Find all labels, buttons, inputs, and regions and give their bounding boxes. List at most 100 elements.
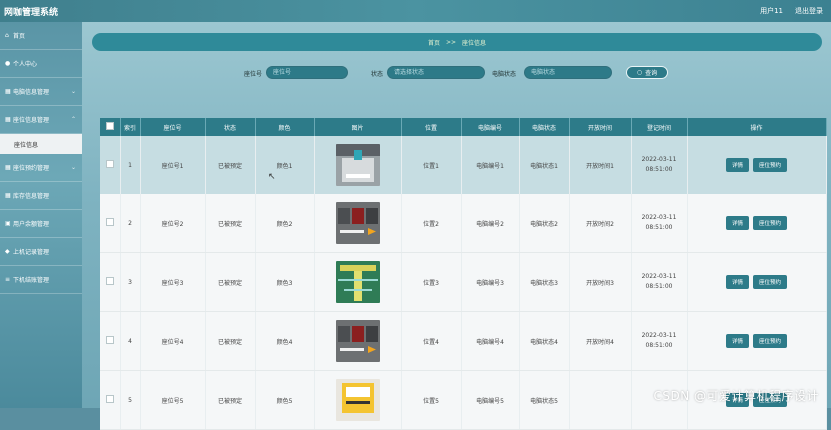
row-select-cell[interactable] (100, 311, 121, 371)
color-cell: 颜色5 (255, 370, 315, 430)
open-time-cell: 开放时间4 (569, 311, 632, 371)
chevron-down-icon: ⌄ (70, 164, 76, 171)
index-cell: 5 (120, 370, 141, 430)
table-row: 2 座位号2 已被预定 颜色2 位置2 电脑编号2 电脑状态2 开放时间2 2022-03-11… (100, 194, 827, 253)
row-checkbox[interactable] (105, 336, 114, 344)
pc-number-cell: 电脑编号5 (461, 370, 520, 430)
seat-photo (316, 320, 400, 362)
reserve-seat-button[interactable]: 座位预约 (753, 334, 788, 348)
sidebar-item-balance[interactable]: ▣ 用户余额管理 (0, 210, 82, 238)
row-checkbox[interactable] (105, 160, 114, 168)
detail-button[interactable]: 详情 (725, 334, 749, 348)
pc-number-cell: 电脑编号2 (461, 194, 520, 253)
breadcrumb-current: 座位信息 (462, 39, 487, 47)
sidebar-item-label: 用户余额管理 (13, 221, 50, 228)
top-bar: 网咖管理系统 用户11 退出登录 (0, 0, 831, 22)
image-cell (314, 311, 402, 371)
color-cell: 颜色4 (255, 311, 315, 371)
seat-cell: 座位号2 (140, 194, 206, 253)
sidebar-item-reservations[interactable]: ▦ 座位预约管理 ⌄ (0, 154, 82, 182)
reserve-seat-button[interactable]: 座位预约 (753, 158, 788, 172)
sidebar-item-label: 座位预约管理 (13, 165, 50, 172)
breadcrumb: 首页 >> 座位信息 (92, 33, 822, 51)
main-content: 首页 >> 座位信息 座位号 状态 电脑状态 ○ 查询 索引 座位号 (82, 22, 831, 430)
row-select-cell[interactable] (100, 252, 121, 312)
column-header: 颜色 (255, 118, 315, 136)
column-header: 电脑编号 (461, 118, 520, 136)
row-checkbox[interactable] (105, 277, 114, 285)
select-all-header[interactable] (100, 118, 121, 136)
color-cell: 颜色1 (255, 136, 315, 194)
status-cell: 已被预定 (205, 311, 256, 371)
open-time-cell: 开放时间2 (569, 194, 632, 253)
color-cell: 颜色3 (255, 252, 315, 312)
reserve-seat-button[interactable]: 座位预约 (753, 216, 788, 230)
search-bar: 座位号 状态 电脑状态 ○ 查询 (82, 66, 831, 80)
open-time-cell (569, 370, 632, 430)
open-time-cell: 开放时间1 (569, 136, 632, 194)
register-time-cell: 2022-03-11 08:51:00 (631, 194, 688, 253)
pc-status-cell: 电脑状态2 (519, 194, 570, 253)
sidebar-item-label: 电脑信息管理 (13, 89, 50, 96)
sidebar-item-login-records[interactable]: ◆ 上机记录管理 (0, 238, 82, 266)
pc-status-cell: 电脑状态1 (519, 136, 570, 194)
pc-status-cell: 电脑状态5 (519, 370, 570, 430)
seat-label: 座位号 (244, 71, 263, 78)
seat-cell: 座位号4 (140, 311, 206, 371)
seat-photo (316, 202, 400, 244)
row-checkbox[interactable] (105, 395, 114, 403)
row-checkbox[interactable] (105, 218, 114, 226)
color-cell: 颜色2 (255, 194, 315, 253)
chevron-up-icon: ⌃ (70, 116, 76, 123)
location-cell: 位置4 (401, 311, 462, 371)
index-cell: 4 (120, 311, 141, 371)
column-header: 索引 (120, 118, 141, 136)
query-button[interactable]: ○ 查询 (626, 66, 668, 79)
detail-button[interactable]: 详情 (725, 158, 749, 172)
logout-link[interactable]: 退出登录 (795, 6, 823, 16)
pc-number-cell: 电脑编号4 (461, 311, 520, 371)
sidebar-item-seats[interactable]: ▦ 座位信息管理 ⌃ (0, 106, 82, 134)
actions-cell: 详情 座位预约 (687, 252, 827, 312)
location-cell: 位置2 (401, 194, 462, 253)
detail-button[interactable]: 详情 (725, 216, 749, 230)
row-select-cell[interactable] (100, 370, 121, 430)
image-cell (314, 252, 402, 312)
sidebar-item-home[interactable]: ⌂ 首页 (0, 22, 82, 50)
table-header: 索引 座位号 状态 颜色 图片 位置 电脑编号 电脑状态 开放时间 登记时间 操… (100, 118, 827, 136)
actions-cell: 详情 座位预约 (687, 311, 827, 371)
table-row: 1 座位号1 已被预定 颜色1 位置1 电脑编号1 电脑状态1 开放时间1 2022-03-11… (100, 136, 827, 194)
seat-cell: 座位号5 (140, 370, 206, 430)
breadcrumb-home[interactable]: 首页 (428, 38, 440, 47)
seat-photo (316, 144, 400, 186)
status-label: 状态 (371, 71, 384, 78)
seat-input[interactable] (266, 66, 348, 79)
pc-status-input[interactable] (524, 66, 612, 79)
sidebar: ⌂ 首页 ● 个人中心 ▦ 电脑信息管理 ⌄ ▦ 座位信息管理 ⌃ 座位信息 ▦… (0, 22, 82, 408)
sidebar-item-inventory[interactable]: ▦ 库存信息管理 (0, 182, 82, 210)
column-header: 图片 (314, 118, 402, 136)
home-icon: ⌂ (5, 32, 9, 39)
list-icon: ≡ (5, 276, 11, 283)
sidebar-item-profile[interactable]: ● 个人中心 (0, 50, 82, 78)
sidebar-subitem-seat-info[interactable]: 座位信息 (0, 134, 82, 154)
sidebar-item-checkout[interactable]: ≡ 下机结账管理 (0, 266, 82, 294)
register-time-cell: 2022-03-11 08:51:00 (631, 252, 688, 312)
row-select-cell[interactable] (100, 194, 121, 253)
grid-icon: ▦ (5, 88, 11, 95)
status-cell: 已被预定 (205, 370, 256, 430)
detail-button[interactable]: 详情 (725, 275, 749, 289)
status-cell: 已被预定 (205, 194, 256, 253)
column-header: 电脑状态 (519, 118, 570, 136)
search-icon: ○ (636, 69, 643, 76)
sidebar-item-computers[interactable]: ▦ 电脑信息管理 ⌄ (0, 78, 82, 106)
index-cell: 3 (120, 252, 141, 312)
actions-cell: 详情 座位预约 (687, 136, 827, 194)
register-time-cell: 2022-03-11 08:51:00 (631, 136, 688, 194)
row-select-cell[interactable] (100, 136, 121, 194)
status-select[interactable] (387, 66, 485, 79)
reserve-seat-button[interactable]: 座位预约 (753, 275, 788, 289)
select-all-checkbox[interactable] (105, 122, 114, 130)
column-header: 座位号 (140, 118, 206, 136)
location-cell: 位置3 (401, 252, 462, 312)
